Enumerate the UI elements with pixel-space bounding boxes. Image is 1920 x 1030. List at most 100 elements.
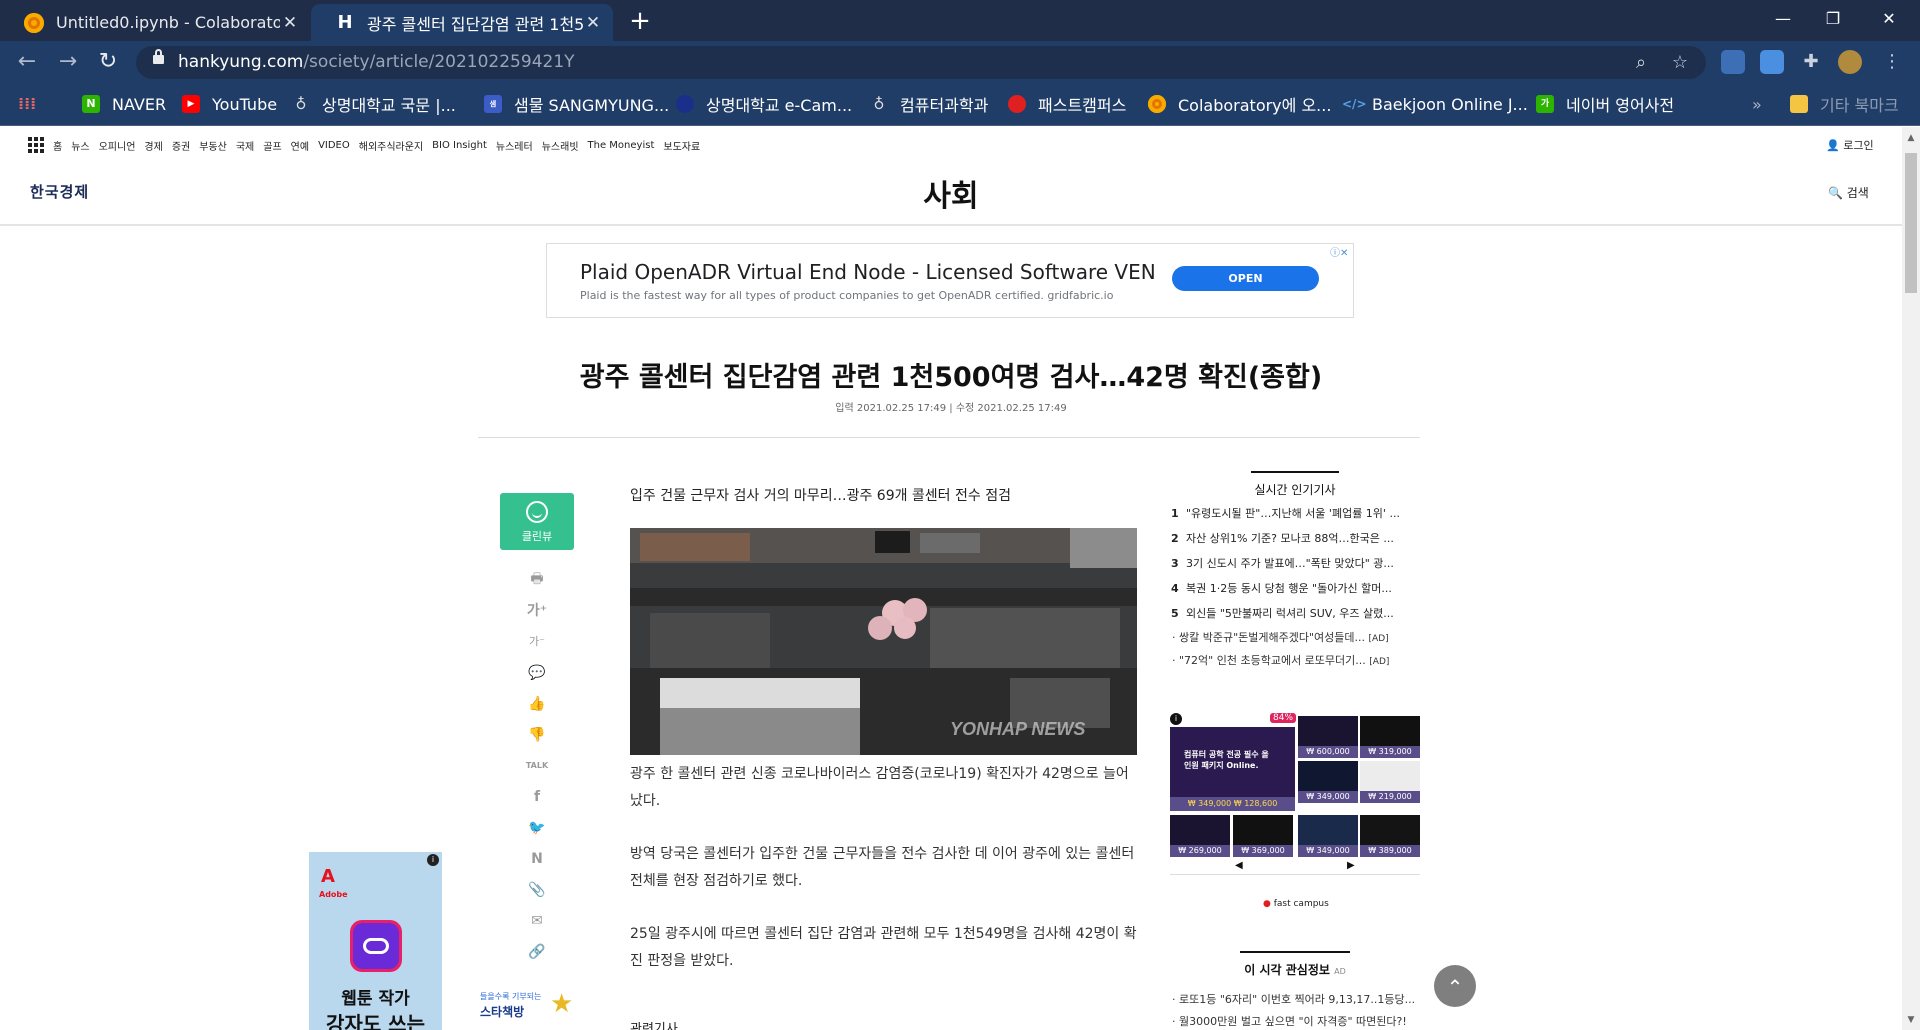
fc-tile[interactable]: ₩ 349,000 <box>1298 761 1358 803</box>
dislike-icon[interactable]: 👎 <box>525 725 549 745</box>
bookmark-youtube[interactable]: ▶ YouTube <box>182 93 277 115</box>
fc-tile[interactable]: ₩ 600,000 <box>1298 716 1358 758</box>
ad-open-button[interactable]: OPEN <box>1172 266 1319 291</box>
cloud-extension-icon[interactable] <box>1760 50 1784 74</box>
zoom-icon[interactable]: ⌕ <box>1629 51 1653 75</box>
reload-icon[interactable]: ↻ <box>94 48 122 76</box>
popular-item[interactable]: 3 3기 신도시 주가 발표에…"폭탄 맞았다" 광... <box>1171 555 1421 571</box>
popular-item[interactable]: 1 "유령도시될 판"…지난해 서울 '폐업률 1위' ... <box>1171 505 1421 521</box>
gnb-item[interactable]: VIDEO <box>318 140 350 151</box>
gnb-item[interactable]: 부동산 <box>199 138 227 153</box>
popular-ad-item[interactable]: · "72억" 인천 초등학교에서 로또무더기... [AD] <box>1172 652 1422 668</box>
info-icon[interactable]: i <box>1170 713 1182 725</box>
font-down-icon[interactable]: 가⁻ <box>525 632 549 652</box>
scroll-up-icon[interactable]: ▲ <box>1906 133 1916 143</box>
popular-item[interactable]: 4 복권 1·2등 동시 당첨 행운 "돌아가신 할머... <box>1171 580 1421 596</box>
puzzle-icon[interactable]: ✚ <box>1799 50 1823 74</box>
gnb-item[interactable]: 경제 <box>144 138 162 153</box>
link-icon[interactable]: 🔗 <box>525 942 549 962</box>
all-menu-icon[interactable] <box>28 137 44 153</box>
ad-banner[interactable]: ⓘ✕ Plaid OpenADR Virtual End Node - Lice… <box>546 243 1354 318</box>
maximize-button[interactable]: ❐ <box>1805 0 1861 38</box>
comment-icon[interactable]: 💬 <box>525 663 549 683</box>
popular-item[interactable]: 2 자산 상위1% 기준? 모나코 88억…한국은 ... <box>1171 530 1421 546</box>
bookmark-dictionary[interactable]: 가 네이버 영어사전 <box>1536 93 1674 115</box>
fastcampus-ad[interactable]: i 84% 컴퓨터 공학 전공 필수 올인원 패키지 Online. ₩ 349… <box>1170 713 1420 893</box>
gnb-item[interactable]: 연예 <box>291 138 309 153</box>
bookmark-cs[interactable]: ♁ 컴퓨터과학과 <box>870 93 989 115</box>
gnb-item[interactable]: 홈 <box>53 138 62 153</box>
ad-title[interactable]: Plaid OpenADR Virtual End Node - License… <box>580 260 1156 284</box>
facebook-icon[interactable]: f <box>525 787 549 807</box>
gnb-item[interactable]: 뉴스래빗 <box>542 138 579 153</box>
bookmark-naver[interactable]: N NAVER <box>82 93 166 115</box>
popular-ad-item[interactable]: · 쌍칼 박준규"돈벌게해주겠다"여성들데... [AD] <box>1172 629 1422 645</box>
gnb-item[interactable]: The Moneyist <box>588 140 655 151</box>
popular-item[interactable]: 5 외신들 "5만불짜리 럭셔리 SUV, 우즈 살렸... <box>1171 605 1421 621</box>
adobe-banner[interactable]: i A Adobe 웹툰 작가 강자도 쓰는 <box>309 852 442 1030</box>
new-tab-button[interactable]: + <box>624 6 656 36</box>
tab-article[interactable]: H 광주 콜센터 집단감염 관련 1천5 ✕ <box>311 4 613 41</box>
prev-icon[interactable]: ◀ <box>1235 860 1243 871</box>
fc-tile[interactable]: ₩ 319,000 <box>1360 716 1420 758</box>
bookmark-ecampus[interactable]: 상명대학교 e-Cam... <box>676 93 852 115</box>
back-icon[interactable]: ← <box>13 48 41 76</box>
talk-icon[interactable]: TALK <box>525 756 549 776</box>
interest-item[interactable]: · 로또1등 "6자리" 이번호 찍어라 9,13,17..1등당... <box>1172 991 1422 1007</box>
twitter-icon[interactable]: 🐦 <box>525 818 549 838</box>
forward-icon[interactable]: → <box>54 48 82 76</box>
interest-item[interactable]: · 월3000만원 벌고 싶으면 "이 자격증" 따면된다?! <box>1172 1013 1422 1029</box>
bookmark-other[interactable]: 기타 북마크 <box>1790 93 1899 115</box>
fc-main-tile[interactable]: 컴퓨터 공학 전공 필수 올인원 패키지 Online. ₩ 349,000 ₩… <box>1170 727 1295 811</box>
next-icon[interactable]: ▶ <box>1347 860 1355 871</box>
close-window-button[interactable]: ✕ <box>1861 0 1917 38</box>
naver-icon[interactable]: N <box>525 849 549 869</box>
address-bar[interactable]: hankyung.com/society/article/20210225942… <box>136 46 1706 79</box>
gnb-item[interactable]: 골프 <box>263 138 281 153</box>
bookmark-baekjoon[interactable]: </> Baekjoon Online J... <box>1342 93 1528 115</box>
fastcampus-logo[interactable]: ● fast campus <box>1263 899 1329 909</box>
related-articles-heading[interactable]: 관련기사 <box>630 1018 678 1030</box>
close-icon[interactable]: ✕ <box>280 13 300 33</box>
print-icon[interactable]: 🖶 <box>525 569 549 589</box>
minimize-button[interactable]: — <box>1755 0 1811 38</box>
login-link[interactable]: 👤 로그인 <box>1826 137 1874 153</box>
scroll-thumb[interactable] <box>1905 153 1917 293</box>
scroll-top-button[interactable]: ⌃ <box>1434 965 1476 1007</box>
extension-icon[interactable] <box>1721 50 1745 74</box>
gnb-item[interactable]: 국제 <box>236 138 254 153</box>
cleanview-button[interactable]: 클린뷰 <box>500 493 574 550</box>
fc-tile[interactable]: ₩ 219,000 <box>1360 761 1420 803</box>
info-icon[interactable]: i <box>427 854 439 866</box>
fc-tile[interactable]: ₩ 369,000 <box>1233 815 1293 857</box>
gnb-item[interactable]: 해외주식라운지 <box>359 138 423 153</box>
gnb-item[interactable]: 뉴스레터 <box>496 138 533 153</box>
bookmark-fastcampus[interactable]: 패스트캠퍼스 <box>1008 93 1126 115</box>
gnb-item[interactable]: BIO Insight <box>432 140 487 151</box>
search-button[interactable]: 🔍 검색 <box>1828 184 1869 201</box>
avatar[interactable] <box>1838 50 1862 74</box>
fc-tile[interactable]: ₩ 389,000 <box>1360 815 1420 857</box>
gnb-item[interactable]: 뉴스 <box>71 138 89 153</box>
ad-close-icon[interactable]: ⓘ✕ <box>1330 244 1348 259</box>
bookmark-colab[interactable]: Colaboratory에 오... <box>1148 93 1331 115</box>
scroll-down-icon[interactable]: ▼ <box>1906 1015 1916 1025</box>
gnb-item[interactable]: 오피니언 <box>99 138 136 153</box>
mail-icon[interactable]: ✉ <box>525 911 549 931</box>
bookmark-sangmyung[interactable]: ♁ 상명대학교 국문 |... <box>292 93 456 115</box>
book-banner[interactable]: 들을수록 기부되는 스타책방 ★ <box>478 987 593 1030</box>
clip-icon[interactable]: 📎 <box>525 880 549 900</box>
apps-icon[interactable]: ⁞⁞⁞ <box>18 93 48 115</box>
more-bookmarks-icon[interactable]: » <box>1752 93 1762 115</box>
menu-icon[interactable]: ⋮ <box>1880 50 1904 74</box>
gnb-item[interactable]: 보도자료 <box>663 138 700 153</box>
close-icon[interactable]: ✕ <box>583 13 603 33</box>
bookmark-saemmul[interactable]: 샘 샘물 SANGMYUNG... <box>484 93 669 115</box>
fc-tile[interactable]: ₩ 269,000 <box>1170 815 1230 857</box>
gnb-item[interactable]: 증권 <box>172 138 190 153</box>
like-icon[interactable]: 👍 <box>525 694 549 714</box>
page-scrollbar[interactable]: ▲ ▼ <box>1902 127 1920 1030</box>
bookmark-star-icon[interactable]: ☆ <box>1668 51 1692 75</box>
fc-tile[interactable]: ₩ 349,000 <box>1298 815 1358 857</box>
tab-colab[interactable]: Untitled0.ipynb - Colaboratory ✕ <box>0 4 310 41</box>
